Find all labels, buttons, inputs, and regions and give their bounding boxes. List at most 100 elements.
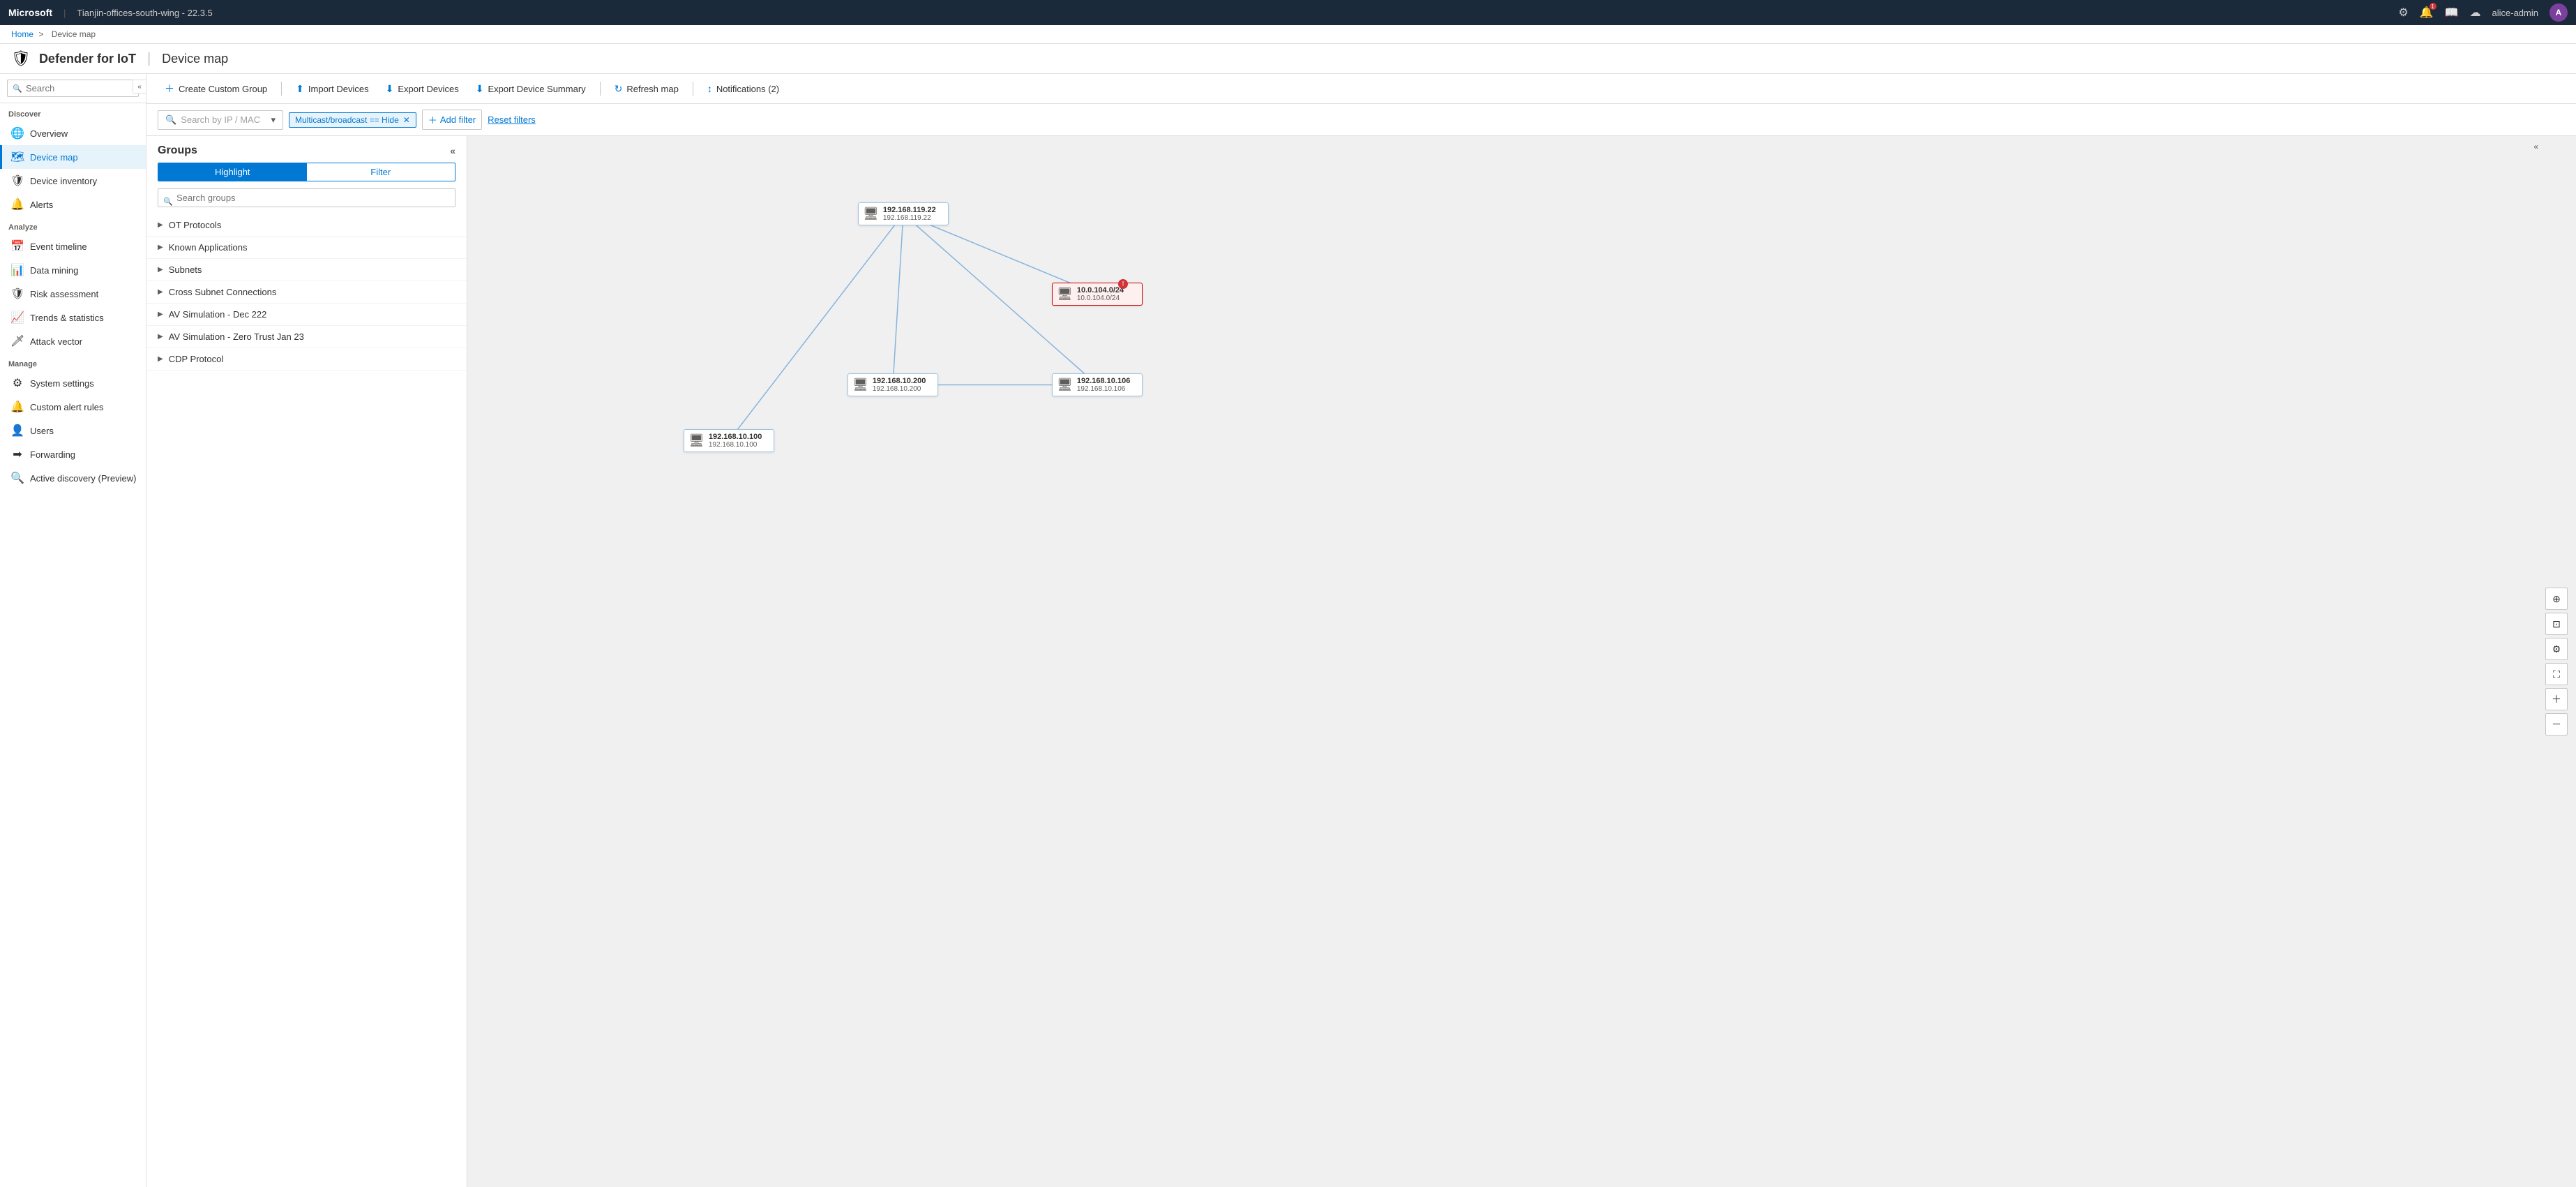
map-canvas[interactable]: ⊕ ⊡ ⚙ ⛶ ＋ － « 🖥192.168.119.22192.168.119… — [467, 136, 2576, 1187]
groups-search-input[interactable] — [158, 188, 455, 207]
map-settings-button[interactable]: ⚙ — [2545, 638, 2568, 660]
cloud-icon[interactable]: ☁ — [2470, 6, 2481, 20]
group-item-label: Subnets — [169, 264, 455, 275]
map-node-node3[interactable]: 🖥192.168.10.200192.168.10.200 — [848, 373, 938, 396]
sidebar-item-label-custom-alert-rules: Custom alert rules — [30, 402, 103, 412]
device-map-icon: 🗺 — [10, 150, 24, 164]
add-filter-plus-icon: ＋ — [428, 113, 437, 126]
create-custom-group-button[interactable]: ＋ Create Custom Group — [158, 78, 274, 99]
groups-filter-btn[interactable]: Filter — [307, 163, 455, 181]
toolbar-sep-2 — [600, 82, 601, 96]
topbar-subtitle: Tianjin-offices-south-wing - 22.3.5 — [77, 8, 212, 18]
avatar: A — [2549, 3, 2568, 22]
settings-icon[interactable]: ⚙ — [2398, 6, 2408, 20]
import-devices-button[interactable]: ⬆ Import Devices — [289, 80, 375, 98]
group-item-av-dec[interactable]: ▶ AV Simulation - Dec 222 — [146, 304, 467, 326]
node-ip-primary: 192.168.119.22 — [883, 206, 936, 214]
group-item-label: Cross Subnet Connections — [169, 287, 455, 297]
zoom-in-button[interactable]: ＋ — [2545, 688, 2568, 710]
sidebar-item-alerts[interactable]: 🔔 Alerts — [0, 193, 146, 216]
notification-count: 1 — [2430, 3, 2436, 10]
node-ip-secondary: 192.168.10.200 — [873, 385, 926, 393]
breadcrumb-home[interactable]: Home — [11, 29, 33, 39]
import-icon: ⬆ — [296, 83, 304, 95]
group-arrow-icon: ▶ — [158, 221, 163, 229]
group-item-cross-subnet[interactable]: ▶ Cross Subnet Connections — [146, 281, 467, 304]
alert-badge-icon: ! — [1118, 279, 1128, 289]
groups-list: ▶ OT Protocols ▶ Known Applications ▶ Su… — [146, 214, 467, 1187]
page-subtitle: Device map — [162, 52, 228, 66]
zoom-out-button[interactable]: － — [2545, 713, 2568, 736]
group-item-ot-protocols[interactable]: ▶ OT Protocols — [146, 214, 467, 237]
groups-highlight-btn[interactable]: Highlight — [158, 163, 307, 181]
group-arrow-icon: ▶ — [158, 355, 163, 363]
sidebar-item-risk-assessment[interactable]: 🛡 Risk assessment — [0, 282, 146, 306]
group-item-label: CDP Protocol — [169, 354, 455, 364]
sidebar-item-label-forwarding: Forwarding — [30, 449, 75, 460]
sidebar-item-attack-vector[interactable]: 🗡 Attack vector — [0, 329, 146, 353]
sidebar-item-device-map[interactable]: 🗺 Device map — [0, 145, 146, 169]
sidebar-item-event-timeline[interactable]: 📅 Event timeline — [0, 234, 146, 258]
refresh-label: Refresh map — [626, 84, 678, 94]
book-icon[interactable]: 📖 — [2445, 6, 2459, 20]
filter-bar: 🔍 Search by IP / MAC ▾ Multicast/broadca… — [146, 104, 2576, 136]
manage-section-label: Manage — [0, 353, 146, 371]
attack-vector-icon: 🗡 — [10, 334, 24, 348]
sidebar-item-forwarding[interactable]: ➡ Forwarding — [0, 442, 146, 466]
data-mining-icon: 📊 — [10, 263, 24, 277]
search-input[interactable] — [7, 80, 139, 97]
sidebar-item-users[interactable]: 👤 Users — [0, 419, 146, 442]
export-device-summary-button[interactable]: ⬇ Export Device Summary — [469, 80, 593, 98]
trends-icon: 📈 — [10, 311, 24, 324]
username-label: alice-admin — [2492, 8, 2538, 18]
sidebar-item-system-settings[interactable]: ⚙ System settings — [0, 371, 146, 395]
node-ip-secondary: 192.168.10.100 — [709, 441, 762, 449]
fit-map-button[interactable]: ⛶ — [2545, 663, 2568, 685]
sidebar-item-overview[interactable]: 🌐 Overview — [0, 121, 146, 145]
sidebar-item-data-mining[interactable]: 📊 Data mining — [0, 258, 146, 282]
map-node-node1[interactable]: 🖥192.168.119.22192.168.119.22 — [858, 202, 949, 225]
fit-view-button[interactable]: ⊕ — [2545, 588, 2568, 610]
node-device-icon: 🖥 — [863, 207, 879, 221]
device-inventory-icon: 🛡 — [10, 174, 24, 188]
select-area-button[interactable]: ⊡ — [2545, 613, 2568, 635]
group-item-cdp-protocol[interactable]: ▶ CDP Protocol — [146, 348, 467, 371]
groups-search-wrap — [146, 188, 467, 214]
group-item-known-applications[interactable]: ▶ Known Applications — [146, 237, 467, 259]
product-title: Defender for IoT — [39, 52, 136, 66]
add-filter-button[interactable]: ＋ Add filter — [422, 110, 482, 130]
overview-icon: 🌐 — [10, 126, 24, 140]
groups-collapse-icon[interactable]: « — [450, 145, 455, 156]
sidebar-collapse-btn[interactable]: « — [133, 80, 146, 94]
export-devices-button[interactable]: ⬇ Export Devices — [379, 80, 466, 98]
refresh-icon: ↻ — [615, 83, 623, 95]
reset-filters-button[interactable]: Reset filters — [488, 114, 536, 125]
refresh-map-button[interactable]: ↻ Refresh map — [608, 80, 686, 98]
map-node-node2[interactable]: 🖥10.0.104.0/2410.0.104.0/24! — [1052, 283, 1143, 306]
breadcrumb: Home > Device map — [0, 25, 2576, 44]
search-by-ip-mac[interactable]: 🔍 Search by IP / MAC ▾ — [158, 110, 283, 130]
node-ip-primary: 10.0.104.0/24 — [1077, 286, 1124, 294]
filter-tag-close-icon[interactable]: ✕ — [403, 115, 410, 125]
map-controls: ⊕ ⊡ ⚙ ⛶ ＋ － — [2545, 588, 2568, 736]
map-node-node4[interactable]: 🖥192.168.10.106192.168.10.106 — [1052, 373, 1143, 396]
map-node-node5[interactable]: 🖥192.168.10.100192.168.10.100 — [684, 429, 774, 452]
node-ip-secondary: 10.0.104.0/24 — [1077, 294, 1124, 302]
sidebar-item-label-users: Users — [30, 426, 54, 436]
group-item-subnets[interactable]: ▶ Subnets — [146, 259, 467, 281]
sidebar-item-custom-alert-rules[interactable]: 🔔 Custom alert rules — [0, 395, 146, 419]
sidebar-item-device-inventory[interactable]: 🛡 Device inventory — [0, 169, 146, 193]
sidebar: « Discover 🌐 Overview 🗺 Device map 🛡 Dev… — [0, 74, 146, 1187]
search-chevron-icon: ▾ — [271, 114, 276, 126]
sidebar-item-active-discovery[interactable]: 🔍 Active discovery (Preview) — [0, 466, 146, 490]
group-arrow-icon: ▶ — [158, 333, 163, 341]
right-panel-collapse[interactable]: « — [2533, 142, 2538, 151]
node-ip-primary: 192.168.10.100 — [709, 433, 762, 441]
sidebar-item-label-data-mining: Data mining — [30, 265, 78, 276]
notifications-button[interactable]: ↕ Notifications (2) — [700, 80, 786, 98]
add-filter-label: Add filter — [440, 114, 476, 125]
content-area: ＋ Create Custom Group ⬆ Import Devices ⬇… — [146, 74, 2576, 1187]
sidebar-item-trends[interactable]: 📈 Trends & statistics — [0, 306, 146, 329]
group-item-av-zero-trust[interactable]: ▶ AV Simulation - Zero Trust Jan 23 — [146, 326, 467, 348]
notifications-icon[interactable]: 🔔1 — [2420, 6, 2434, 20]
